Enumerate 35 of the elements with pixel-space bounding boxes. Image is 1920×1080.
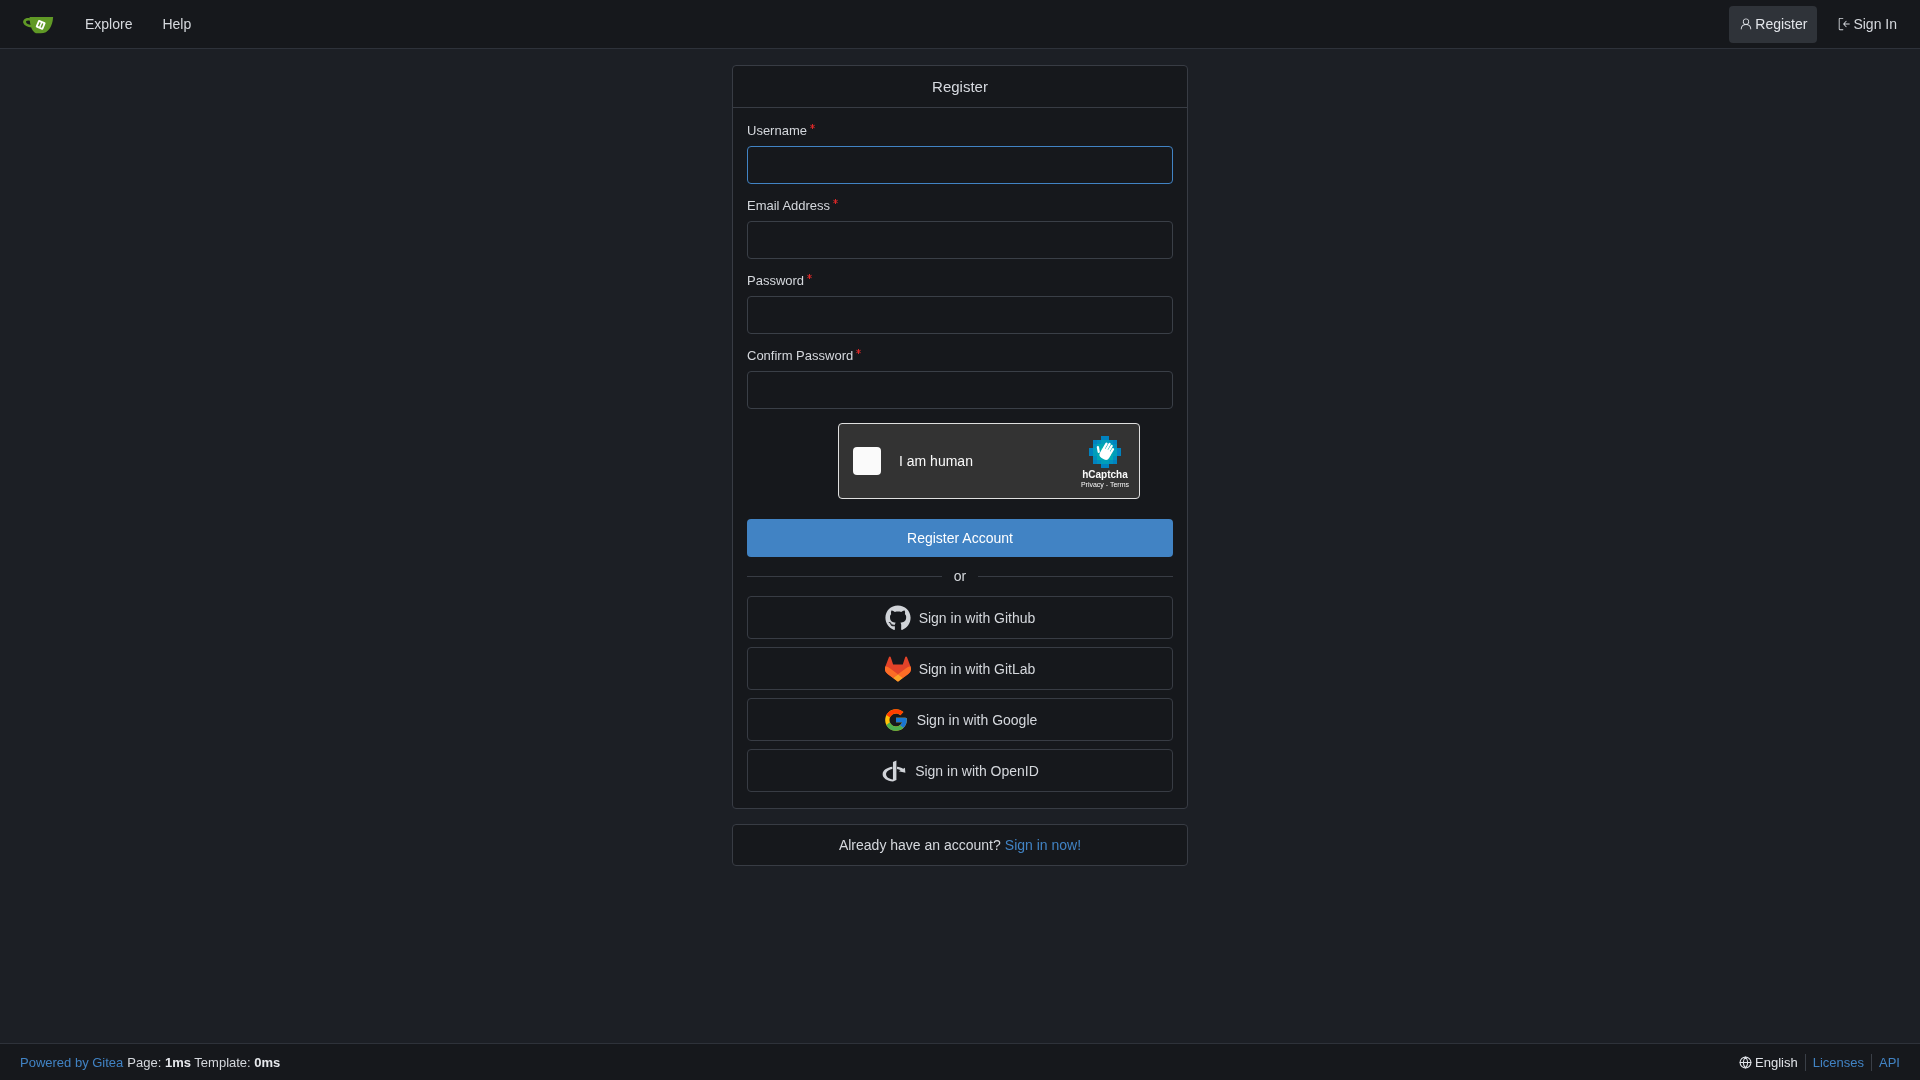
input-field[interactable]: [747, 296, 1173, 334]
language-selector[interactable]: English: [1739, 1054, 1798, 1070]
register-button[interactable]: Register: [1729, 5, 1818, 43]
github-octocat-icon: [884, 604, 911, 631]
render-timing-text: Page: 1ms Template: 0ms: [127, 1054, 281, 1070]
captcha-label: I am human: [899, 453, 974, 469]
field-label: Password: [747, 273, 805, 289]
footer-link[interactable]: API: [1879, 1054, 1900, 1070]
sign-in-button[interactable]: Sign In: [1827, 5, 1907, 43]
footer-link[interactable]: Licenses: [1812, 1054, 1865, 1070]
oauth-sign-in-button[interactable]: Sign in with GitLab: [747, 647, 1173, 690]
input-field[interactable]: [747, 371, 1173, 409]
oauth-sign-in-button[interactable]: Sign in with Github: [747, 596, 1173, 639]
divider-text: or: [953, 568, 967, 584]
input-field[interactable]: [747, 146, 1173, 184]
oauth-sign-in-button[interactable]: Sign in with OpenID: [747, 749, 1173, 792]
nav-link[interactable]: Help: [147, 8, 207, 40]
powered-by-link[interactable]: Powered by Gitea: [20, 1054, 124, 1070]
register-account-button[interactable]: Register Account: [747, 519, 1173, 557]
gitlab-fox-icon: [884, 655, 911, 682]
sign-in-prompt-text: Already have an account?: [838, 837, 1001, 853]
field-label: Username: [747, 123, 807, 139]
person-icon: [1739, 17, 1754, 31]
field-label: Email Address: [747, 198, 831, 214]
nav-link[interactable]: Explore: [70, 8, 148, 40]
captcha-checkbox[interactable]: [853, 447, 881, 475]
google-g-icon: [882, 706, 909, 733]
globe-icon: [1739, 1055, 1753, 1069]
sign-in-now-link[interactable]: Sign in now!: [1004, 837, 1082, 853]
field-label: Confirm Password: [747, 348, 854, 364]
hand-mosaic-logo-icon: [1088, 436, 1121, 468]
input-field[interactable]: [747, 221, 1173, 259]
captcha-brand: hCaptcha: [1082, 469, 1128, 480]
oauth-sign-in-button[interactable]: Sign in with Google: [747, 698, 1173, 741]
form-title: Register: [733, 66, 1187, 108]
